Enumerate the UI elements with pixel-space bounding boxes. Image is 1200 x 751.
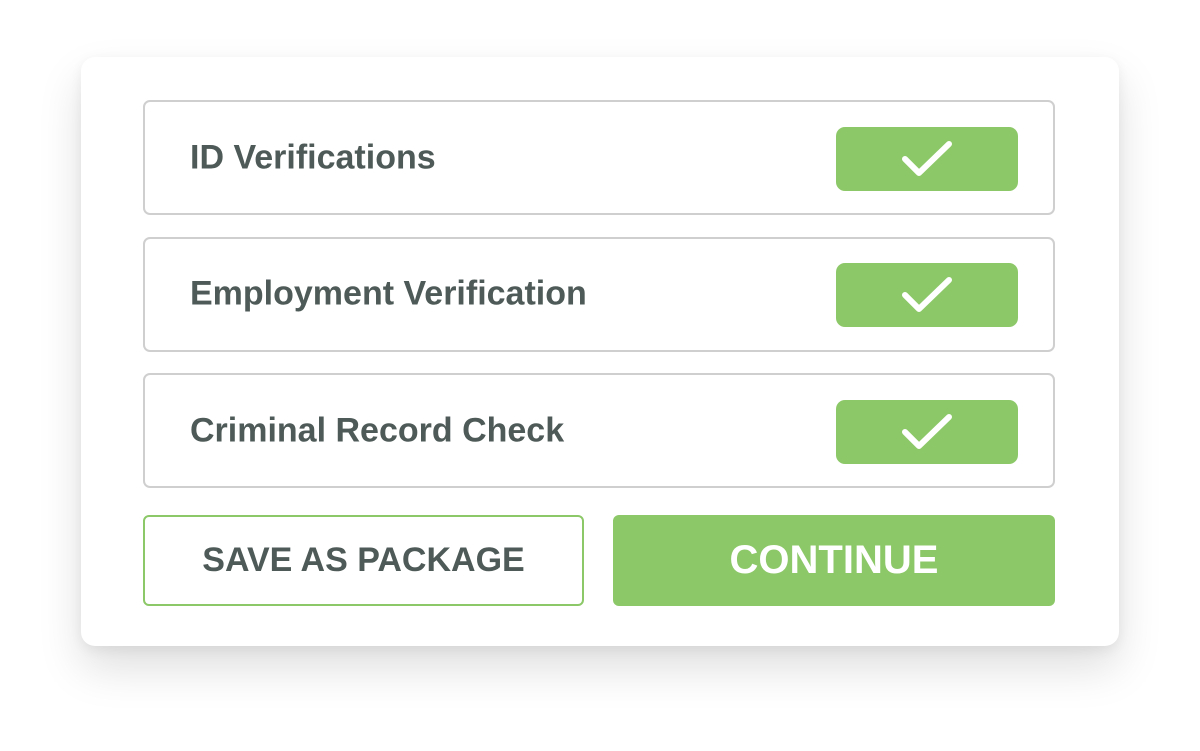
- employment-verification-check-button[interactable]: [836, 263, 1018, 327]
- save-as-package-button[interactable]: SAVE AS PACKAGE: [143, 515, 584, 606]
- check-label: ID Verifications: [190, 138, 436, 176]
- verification-package-card: ID Verifications Employment Verification…: [81, 57, 1119, 646]
- criminal-record-check-button[interactable]: [836, 399, 1018, 464]
- checkmark-icon: [902, 413, 952, 449]
- checkmark-icon: [902, 277, 952, 312]
- checkmark-icon: [902, 140, 952, 176]
- id-verifications-check-button[interactable]: [836, 126, 1018, 191]
- check-row-id-verifications: ID Verifications: [143, 100, 1055, 215]
- continue-button[interactable]: CONTINUE: [613, 515, 1055, 606]
- check-row-employment-verification: Employment Verification: [143, 236, 1055, 352]
- check-label: Employment Verification: [190, 274, 587, 313]
- check-row-criminal-record-check: Criminal Record Check: [143, 373, 1055, 488]
- check-label: Criminal Record Check: [190, 411, 565, 449]
